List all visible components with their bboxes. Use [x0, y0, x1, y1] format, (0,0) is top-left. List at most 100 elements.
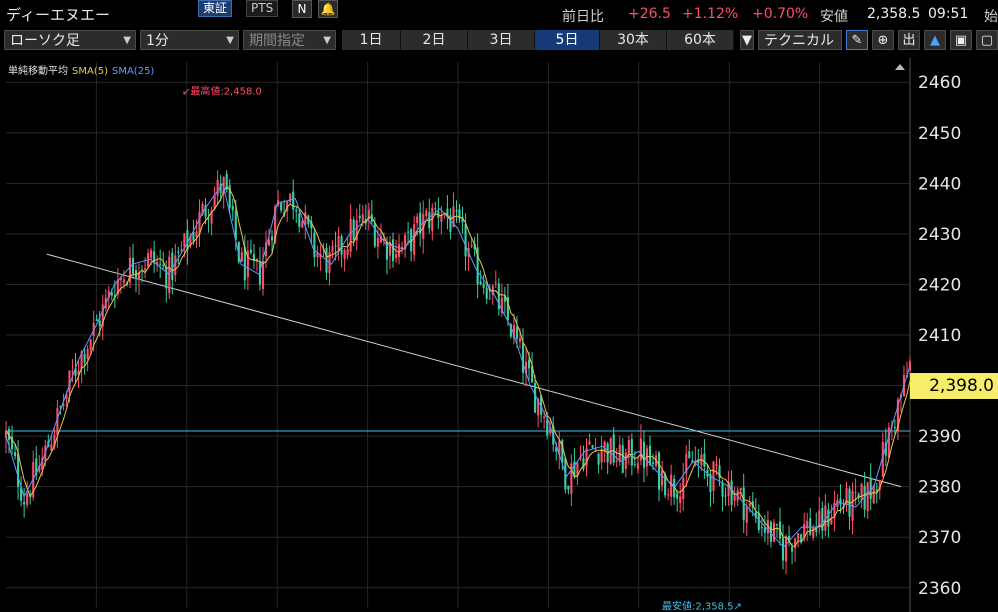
header-bar: ディーエヌエー 東証 PTS N 🔔 前日比 +26.5 +1.12% +0.7…: [0, 0, 998, 26]
candle-body: [144, 268, 147, 271]
candle-body: [216, 179, 219, 196]
candle-body: [343, 250, 346, 259]
save-icon[interactable]: ▣: [950, 30, 972, 50]
chart-toolbar: ローソク足 ▼ 1分 ▼ 期間指定 ▼ 1日 2日 3日 5日 30本 60本 ▼ テ…: [0, 27, 998, 55]
chevron-down-icon: ▼: [323, 35, 331, 46]
candle-body: [488, 298, 491, 300]
period-3d-button[interactable]: 3日: [468, 30, 535, 50]
chart-type-select[interactable]: ローソク足 ▼: [4, 30, 136, 50]
legend-sma-label: 単純移動平均: [8, 66, 68, 77]
price-chart[interactable]: 2360237023802390240024102420243024402450…: [0, 58, 998, 612]
candle-body: [122, 279, 125, 284]
candle-body: [240, 252, 243, 262]
candle-body: [715, 464, 718, 466]
candle-body: [651, 462, 655, 464]
y-tick-label: 2360: [918, 579, 961, 599]
candle-body: [724, 495, 727, 497]
interval-select[interactable]: 1分 ▼: [140, 30, 239, 50]
chart-type-value: ローソク足: [10, 33, 80, 49]
candle-body: [567, 485, 570, 490]
period-2d-button[interactable]: 2日: [401, 30, 468, 50]
low-label: 安値: [820, 9, 848, 25]
candle-body: [527, 359, 531, 369]
candle-body: [485, 287, 488, 299]
zoom-icon[interactable]: ⊕: [872, 30, 894, 50]
candle-body: [195, 231, 198, 238]
y-tick-label: 2380: [918, 478, 961, 498]
candle-body: [177, 251, 180, 253]
candle-body: [494, 282, 497, 284]
window-icon[interactable]: ▢: [976, 30, 998, 50]
candle-body: [866, 482, 869, 512]
current-price-tag: 2,398.0: [910, 373, 998, 399]
candle-body: [131, 257, 135, 275]
candle-body: [860, 483, 863, 501]
y-tick-label: 2410: [918, 326, 961, 346]
candle-body: [337, 235, 340, 250]
candle-body: [26, 493, 29, 506]
chevron-down-icon[interactable]: ▼: [740, 30, 754, 50]
candle-body: [23, 501, 26, 505]
candle-body: [791, 546, 794, 552]
candle-body: [633, 463, 636, 465]
candle-body: [887, 427, 890, 458]
y-tick-label: 2440: [918, 174, 961, 194]
change-percent: +1.12%: [682, 6, 739, 22]
area-chart-icon[interactable]: ▲: [924, 30, 946, 50]
candle-body: [346, 248, 349, 256]
candle-body: [71, 371, 74, 373]
candle-body: [642, 441, 645, 468]
period-60bars-button[interactable]: 60本: [667, 30, 734, 50]
candle-body: [893, 427, 896, 429]
candle-body: [615, 460, 618, 462]
candle-body: [739, 488, 742, 491]
range-select[interactable]: 期間指定 ▼: [243, 30, 336, 50]
candle-body: [361, 214, 364, 223]
high-annotation: ↙最高値:2,458.0: [182, 84, 262, 97]
y-tick-label: 2430: [918, 225, 961, 245]
y-tick-label: 2390: [918, 427, 961, 447]
candle-body: [434, 208, 437, 210]
change-value: +26.5: [628, 6, 671, 22]
alert-bell-icon[interactable]: 🔔: [318, 0, 338, 18]
candle-body: [150, 250, 153, 258]
candle-body: [757, 513, 760, 531]
period-1d-button[interactable]: 1日: [342, 30, 401, 50]
candle-body: [334, 245, 337, 247]
candle-body: [482, 283, 485, 288]
candle-body: [748, 503, 751, 507]
candle-body: [280, 202, 283, 211]
candle-body: [95, 319, 98, 321]
candle-body: [313, 232, 316, 257]
change-label: 前日比: [562, 9, 604, 25]
candle-body: [183, 233, 186, 248]
candle-body: [213, 195, 216, 209]
pen-draw-icon[interactable]: ✎: [846, 30, 868, 50]
candle-body: [470, 245, 473, 247]
legend-sma25: SMA(25): [111, 66, 155, 77]
period-5d-button[interactable]: 5日: [535, 30, 600, 50]
candle-body: [298, 213, 301, 227]
exchange-pts-button[interactable]: PTS: [246, 0, 279, 17]
candle-body: [14, 452, 17, 457]
low-value: 2,358.5: [867, 6, 921, 22]
candle-body: [667, 494, 670, 496]
candle-body: [636, 463, 639, 469]
nikkei-news-icon[interactable]: N: [292, 0, 312, 18]
candle-body: [394, 253, 398, 259]
output-button[interactable]: 出: [898, 30, 920, 50]
candle-body: [745, 506, 748, 523]
candle-body: [464, 224, 467, 257]
technical-select[interactable]: テクニカル: [758, 30, 842, 50]
candle-body: [676, 493, 679, 499]
candle-body: [658, 452, 661, 490]
candle-body: [597, 453, 600, 465]
exchange-tse-button[interactable]: 東証: [198, 0, 233, 17]
period-30bars-button[interactable]: 30本: [600, 30, 667, 50]
candle-body: [721, 483, 724, 497]
candle-body: [775, 524, 779, 526]
candle-body: [425, 210, 428, 217]
time-value: 09:51: [928, 6, 969, 22]
candle-body: [869, 477, 872, 499]
candle-body: [639, 438, 642, 461]
